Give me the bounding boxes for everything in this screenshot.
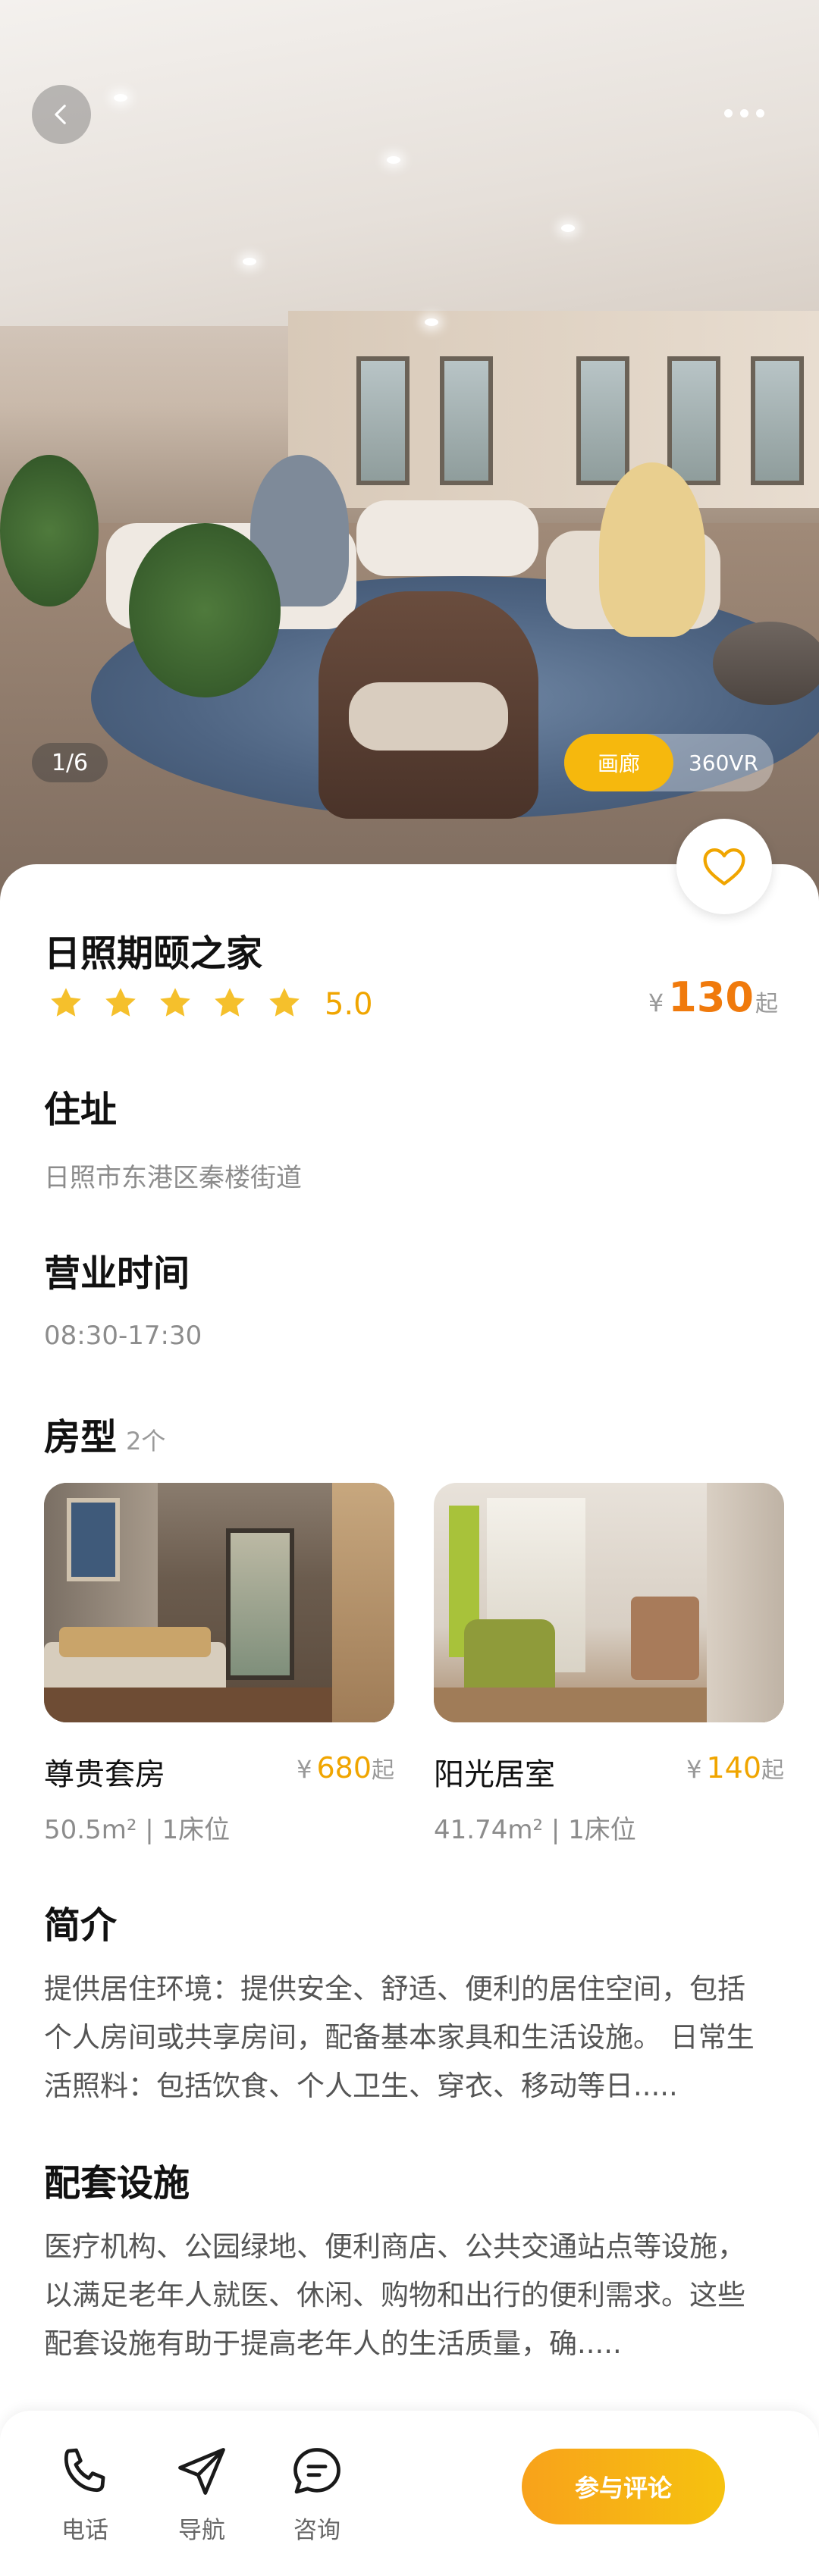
intro-heading: 简介 <box>44 1904 118 1947</box>
sofa <box>356 500 538 576</box>
room-price-value: 680 <box>316 1751 372 1785</box>
navigate-label: 导航 <box>178 2517 225 2544</box>
ceiling-light <box>425 318 438 326</box>
room-types-label: 房型 <box>44 1416 118 1459</box>
currency-symbol: ¥ <box>686 1755 702 1784</box>
comment-button[interactable]: 参与评论 <box>522 2449 725 2524</box>
star-icon <box>269 988 300 1017</box>
send-icon <box>178 2448 225 2495</box>
media-switch[interactable]: 画廊 360VR <box>564 734 774 791</box>
ceiling-light <box>114 94 127 102</box>
listing-price: ¥ 130 起 <box>648 973 778 1021</box>
hours-value: 08:30-17:30 <box>44 1321 202 1351</box>
room-card[interactable]: 尊贵套房 ¥ 680 起 50.5m² | 1床位 <box>44 1483 394 1845</box>
hours-heading: 营业时间 <box>44 1252 190 1295</box>
ceiling-light <box>243 258 256 265</box>
more-menu-icon[interactable] <box>724 109 764 118</box>
back-button[interactable] <box>32 85 91 144</box>
navigate-button[interactable]: 导航 <box>156 2443 247 2545</box>
room-photo <box>44 1483 394 1722</box>
room-types-heading: 房型 2个 <box>44 1407 165 1460</box>
consult-button[interactable]: 咨询 <box>271 2443 362 2545</box>
address-value: 日照市东港区秦楼街道 <box>44 1163 302 1193</box>
star-icon <box>160 988 190 1017</box>
price-suffix: 起 <box>761 1757 784 1784</box>
plant <box>0 455 99 606</box>
chat-icon <box>293 2448 340 2494</box>
room-price: ¥ 680 起 <box>297 1751 394 1785</box>
phone-icon <box>64 2448 105 2493</box>
hero-image[interactable]: 1/6 画廊 360VR <box>0 0 819 902</box>
consult-label: 咨询 <box>293 2517 340 2544</box>
room-photo <box>434 1483 784 1722</box>
facilities-text[interactable]: 医疗机构、公园绿地、便利商店、公共交通站点等设施，以满足老年人就医、休闲、购物和… <box>44 2223 772 2374</box>
heart-icon <box>703 848 745 885</box>
favorite-button[interactable] <box>676 819 772 914</box>
price-value: 130 <box>668 973 754 1021</box>
window <box>440 356 493 485</box>
image-counter: 1/6 <box>32 743 108 782</box>
window <box>356 356 410 485</box>
intro-text[interactable]: 提供居住环境：提供安全、舒适、便利的居住空间，包括个人房间或共享房间，配备基本家… <box>44 1965 772 2117</box>
ottoman <box>713 622 819 705</box>
ceiling-light <box>561 224 575 232</box>
seated-person <box>599 462 705 637</box>
star-icon <box>215 988 245 1017</box>
ceiling <box>0 0 819 326</box>
room-spec: 50.5m² | 1床位 <box>44 1815 231 1845</box>
room-name: 尊贵套房 <box>44 1757 165 1792</box>
star-rating <box>47 984 303 1022</box>
star-icon <box>105 988 136 1017</box>
address-heading: 住址 <box>44 1089 118 1131</box>
window <box>576 356 629 485</box>
room-price-value: 140 <box>706 1751 761 1785</box>
chevron-left-icon <box>55 105 66 124</box>
call-label: 电话 <box>61 2517 108 2544</box>
listing-title: 日照期颐之家 <box>44 932 263 975</box>
rating-value: 5.0 <box>325 987 373 1022</box>
chair-seat <box>349 682 508 751</box>
room-count: 2个 <box>126 1427 166 1456</box>
currency-symbol: ¥ <box>648 989 664 1017</box>
call-button[interactable]: 电话 <box>39 2443 130 2545</box>
plant <box>129 523 281 697</box>
tab-360vr[interactable]: 360VR <box>673 751 774 776</box>
ceiling-light <box>387 156 400 164</box>
tab-gallery[interactable]: 画廊 <box>564 734 673 791</box>
room-spec: 41.74m² | 1床位 <box>434 1815 636 1845</box>
currency-symbol: ¥ <box>297 1755 312 1784</box>
window <box>667 356 720 485</box>
price-suffix: 起 <box>372 1757 394 1784</box>
room-card[interactable]: 阳光居室 ¥ 140 起 41.74m² | 1床位 <box>434 1483 784 1845</box>
facilities-heading: 配套设施 <box>44 2162 190 2205</box>
room-name: 阳光居室 <box>434 1757 555 1792</box>
star-icon <box>51 988 81 1017</box>
room-price: ¥ 140 起 <box>686 1751 784 1785</box>
price-suffix: 起 <box>755 991 778 1017</box>
window <box>751 356 804 485</box>
